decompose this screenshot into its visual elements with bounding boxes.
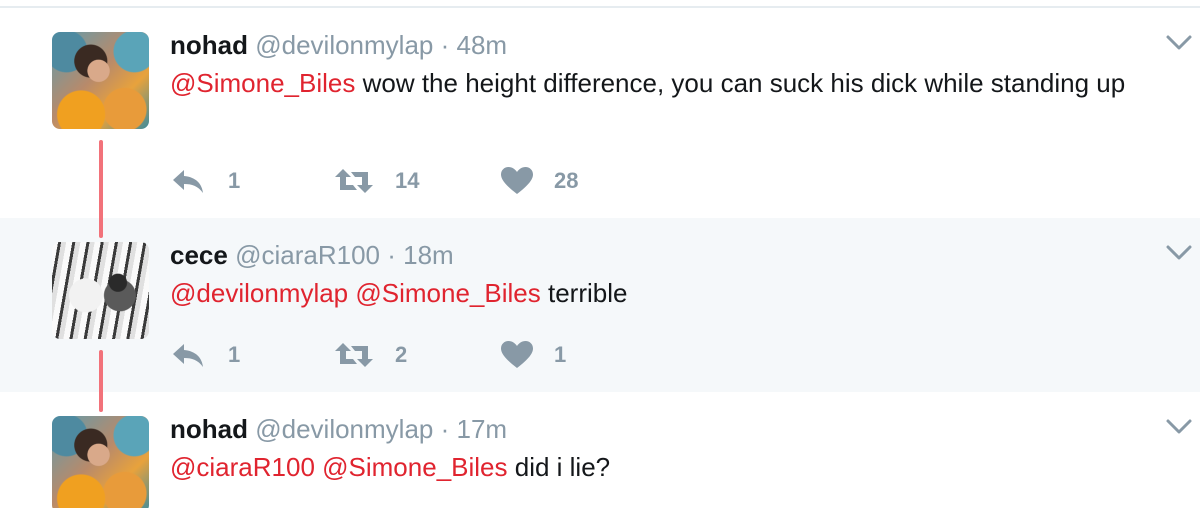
user-handle[interactable]: @ciaraR100 (235, 240, 380, 270)
avatar[interactable] (52, 242, 149, 339)
thread-connector (99, 140, 103, 238)
chevron-down-icon[interactable] (1164, 414, 1194, 438)
chevron-down-icon[interactable] (1164, 30, 1194, 54)
tweet-header: nohad @devilonmylap · 48m (170, 30, 507, 60)
chevron-down-icon[interactable] (1164, 240, 1194, 264)
display-name[interactable]: cece (170, 240, 228, 270)
reply-button[interactable]: 1 (170, 164, 240, 198)
retweet-button[interactable]: 2 (333, 338, 407, 372)
avatar[interactable] (52, 416, 149, 508)
retweet-count: 2 (395, 342, 408, 367)
tweet-text: @ciaraR100 @Simone_Biles did i lie? (170, 448, 1180, 486)
like-count: 28 (554, 168, 579, 193)
thread-connector (99, 350, 103, 412)
reply-icon (173, 170, 203, 193)
mention-link[interactable]: @devilonmylap (170, 278, 348, 308)
display-name[interactable]: nohad (170, 30, 248, 60)
mention-link[interactable]: @Simone_Biles (322, 452, 507, 482)
tweet-body: terrible (540, 278, 628, 308)
separator: · (440, 414, 450, 444)
like-count: 1 (554, 342, 567, 367)
separator: · (387, 240, 396, 270)
tweet-1[interactable]: nohad @devilonmylap · 48m @Simone_Biles … (0, 8, 1200, 218)
heart-icon (501, 341, 533, 368)
display-name[interactable]: nohad (170, 414, 248, 444)
like-button[interactable]: 28 (500, 164, 578, 198)
separator: · (440, 30, 450, 60)
tweet-3[interactable]: nohad @devilonmylap · 17m @ciaraR100 @Si… (0, 392, 1200, 508)
reply-count: 1 (228, 342, 241, 367)
retweet-count: 14 (395, 168, 420, 193)
retweet-icon (335, 343, 373, 367)
timestamp[interactable]: 18m (403, 240, 454, 270)
tweet-body: did i lie? (507, 452, 611, 482)
retweet-icon (335, 169, 373, 193)
mention-link[interactable]: @ciaraR100 (170, 452, 315, 482)
twitter-thread: nohad @devilonmylap · 48m @Simone_Biles … (0, 0, 1200, 508)
reply-button[interactable]: 1 (170, 338, 240, 372)
tweet-body: wow the height difference, you can suck … (355, 68, 1126, 98)
reply-count: 1 (228, 168, 241, 193)
tweet-actions: 1 14 28 (170, 164, 770, 198)
heart-icon (501, 167, 533, 194)
timestamp[interactable]: 17m (457, 414, 508, 444)
user-handle[interactable]: @devilonmylap (255, 30, 433, 60)
tweet-2[interactable]: cece @ciaraR100 · 18m @devilonmylap @Sim… (0, 218, 1200, 392)
tweet-actions: 1 2 1 (170, 338, 770, 372)
reply-icon (173, 344, 203, 367)
mention-link[interactable]: @Simone_Biles (355, 278, 540, 308)
like-button[interactable]: 1 (500, 338, 566, 372)
retweet-button[interactable]: 14 (333, 164, 419, 198)
user-handle[interactable]: @devilonmylap (255, 414, 433, 444)
tweet-header: nohad @devilonmylap · 17m (170, 414, 507, 444)
mention-link[interactable]: @Simone_Biles (170, 68, 355, 98)
avatar[interactable] (52, 32, 149, 129)
tweet-text: @devilonmylap @Simone_Biles terrible (170, 274, 1180, 312)
tweet-text: @Simone_Biles wow the height difference,… (170, 64, 1180, 102)
tweet-header: cece @ciaraR100 · 18m (170, 240, 454, 270)
timestamp[interactable]: 48m (457, 30, 508, 60)
